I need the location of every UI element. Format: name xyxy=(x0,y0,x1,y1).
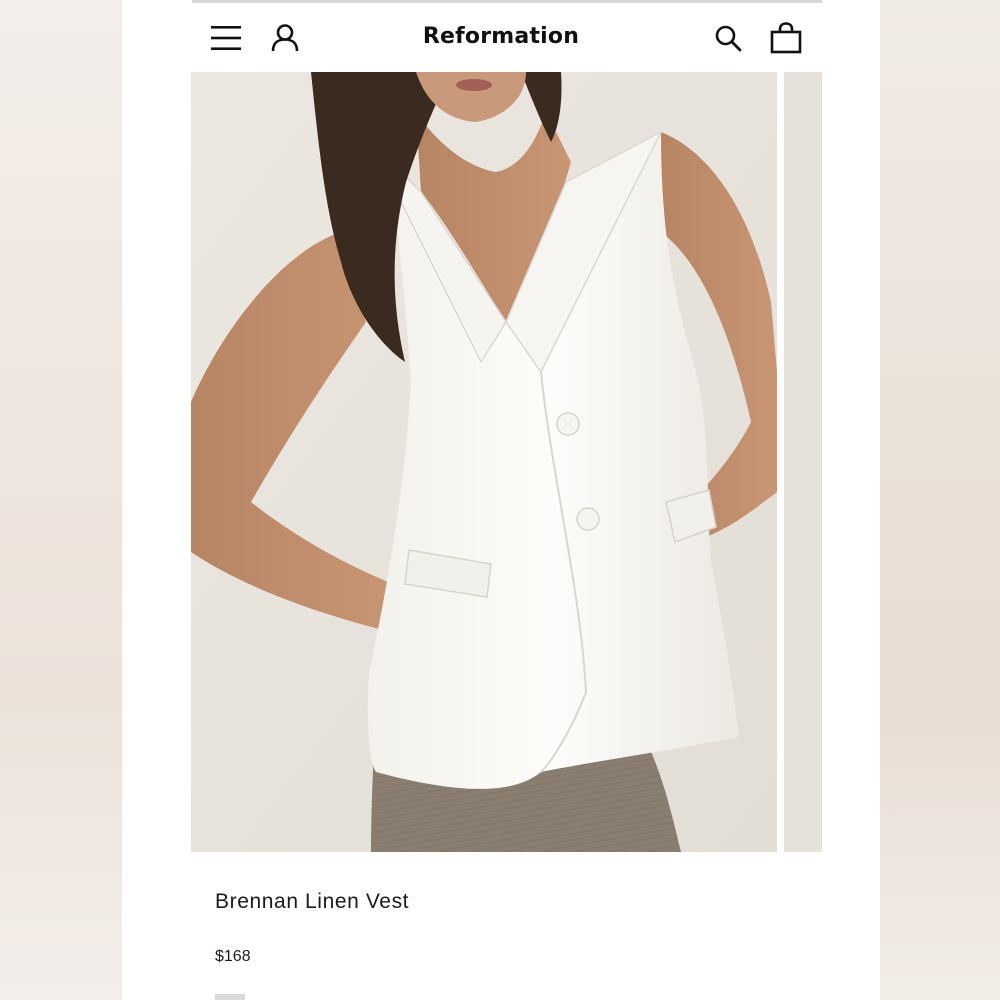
product-price: $168 xyxy=(215,948,251,965)
product-photo[interactable] xyxy=(191,72,777,852)
backdrop-right xyxy=(880,0,1000,1000)
search-button[interactable] xyxy=(710,20,746,56)
product-title[interactable]: Brennan Linen Vest xyxy=(215,890,409,914)
top-divider xyxy=(192,0,822,3)
truncated-content xyxy=(215,994,245,1000)
site-header: Reformation xyxy=(122,12,880,64)
mobile-screen: Reformation Brennan Linen Vest $168 xyxy=(122,0,880,1000)
next-photo-peek[interactable] xyxy=(784,72,822,852)
product-photo-illustration xyxy=(191,72,777,852)
product-image-carousel[interactable] xyxy=(191,72,822,852)
brand-logo[interactable]: Reformation xyxy=(122,24,880,49)
backdrop-left xyxy=(0,0,122,1000)
bag-button[interactable] xyxy=(768,20,804,56)
search-icon xyxy=(715,25,742,52)
shopping-bag-icon xyxy=(770,22,802,54)
